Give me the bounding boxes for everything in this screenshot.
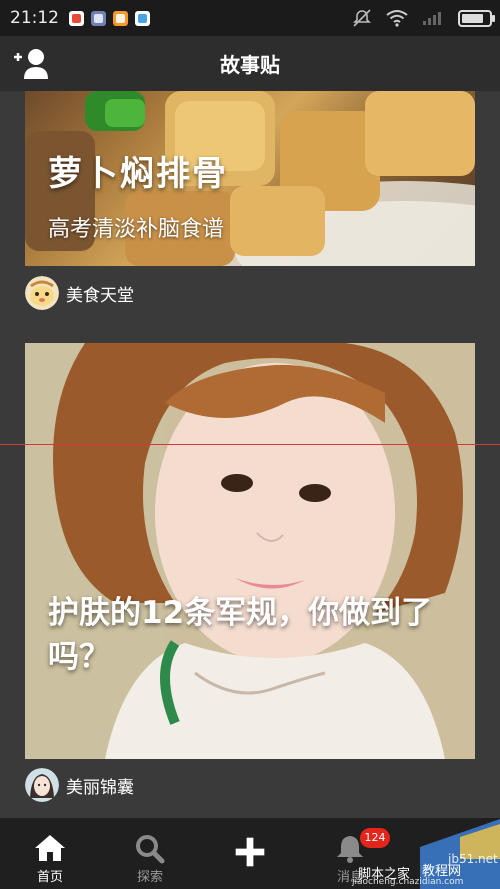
- author-avatar: [25, 276, 59, 310]
- tab-label: 探索: [136, 870, 163, 885]
- author-name: 美丽锦囊: [66, 777, 134, 798]
- search-icon: [136, 835, 165, 864]
- app-notification-icon: [113, 10, 128, 26]
- watermark-text: 教程网: [422, 864, 462, 879]
- add-user-icon: [14, 49, 48, 79]
- plus-icon: [235, 837, 265, 867]
- status-time: 21:12: [10, 8, 59, 28]
- app-notification-icon: [69, 10, 84, 26]
- portrait-photo: [25, 343, 475, 759]
- tab-home[interactable]: 首页: [0, 818, 100, 889]
- author-avatar: [25, 768, 59, 802]
- author-link[interactable]: 美丽锦囊: [25, 768, 134, 802]
- divider-line: [0, 444, 500, 445]
- author-name: 美食天堂: [66, 285, 134, 306]
- title-bar: 故事贴: [0, 36, 500, 92]
- battery-icon: [458, 9, 495, 27]
- app-notification-icon: [91, 10, 106, 26]
- tab-compose[interactable]: [200, 818, 300, 889]
- story-title: 护肤的12条军规，你做到了吗？: [48, 595, 433, 675]
- story-card-image[interactable]: 护肤的12条军规，你做到了吗？: [25, 343, 475, 759]
- notification-icons: [69, 10, 150, 26]
- story-card-image[interactable]: 萝卜焖排骨 高考清淡补脑食谱: [25, 91, 475, 266]
- status-indicators: [352, 8, 495, 28]
- tab-label: 首页: [36, 870, 63, 885]
- add-friend-button[interactable]: [12, 46, 54, 82]
- home-icon: [35, 835, 65, 861]
- story-feed[interactable]: 萝卜焖排骨 高考清淡补脑食谱 美食天堂 护肤的12条军规，你做到了吗？ 美丽锦囊: [0, 91, 500, 818]
- author-link[interactable]: 美食天堂: [25, 276, 134, 310]
- story-title: 萝卜焖排骨: [48, 154, 228, 194]
- status-bar: 21:12: [0, 0, 500, 36]
- signal-icon: [423, 12, 441, 25]
- page-title: 故事贴: [220, 53, 280, 77]
- story-subtitle: 高考清淡补脑食谱: [48, 217, 225, 242]
- mute-icon: [353, 9, 371, 27]
- app-notification-icon: [135, 10, 150, 26]
- wifi-icon: [386, 10, 408, 27]
- watermark: jb51.net 脚本之家 jiaocheng.chazidian.com 教程…: [350, 819, 500, 889]
- tab-explore[interactable]: 探索: [100, 818, 200, 889]
